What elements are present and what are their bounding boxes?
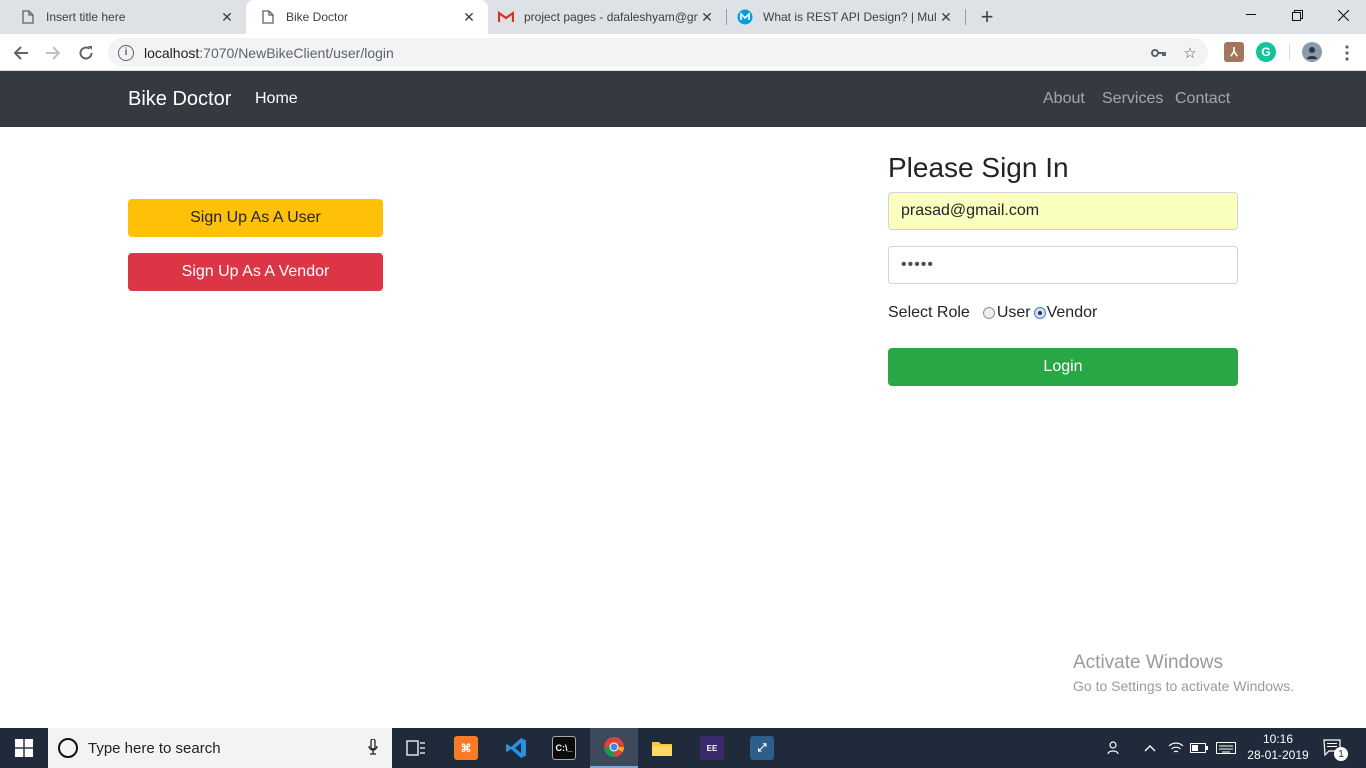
browser-toolbar: i localhost:7070/NewBikeClient/user/logi… (0, 34, 1366, 71)
role-vendor-radio[interactable] (1033, 307, 1046, 319)
battery-icon[interactable] (1188, 728, 1210, 768)
page-icon (260, 9, 276, 25)
keyboard-icon[interactable] (1214, 728, 1238, 768)
close-icon[interactable]: ✕ (218, 8, 236, 26)
minimize-icon[interactable] (1228, 0, 1274, 30)
nav-home[interactable]: Home (255, 90, 298, 108)
tab-bike-doctor[interactable]: Bike Doctor ✕ (246, 0, 488, 34)
grammarly-icon[interactable]: G (1256, 42, 1276, 62)
role-user-radio[interactable] (982, 307, 995, 319)
notification-icon[interactable]: 1 (1318, 728, 1348, 768)
taskbar: Type here to search ⌘ C:\_ EE ⤢ 10:16 28… (0, 728, 1366, 768)
tab-insert-title[interactable]: Insert title here ✕ (0, 0, 246, 34)
browser-tabstrip: Insert title here ✕ Bike Doctor ✕ projec… (0, 0, 1366, 34)
file-explorer-icon[interactable] (638, 728, 686, 768)
email-field[interactable]: prasad@gmail.com (888, 192, 1238, 230)
close-icon[interactable]: ✕ (460, 8, 478, 26)
system-clock[interactable]: 10:16 28-01-2019 (1246, 731, 1310, 763)
role-label: Select Role (888, 304, 970, 321)
signin-title: Please Sign In (888, 152, 1069, 183)
notification-count-badge: 1 (1334, 747, 1348, 761)
nav-about[interactable]: About (1043, 90, 1085, 108)
address-bar[interactable]: i localhost:7070/NewBikeClient/user/logi… (108, 38, 1208, 67)
close-icon[interactable]: ✕ (937, 8, 955, 26)
signup-vendor-button[interactable]: Sign Up As A Vendor (128, 253, 383, 291)
watermark-title: Activate Windows (1073, 652, 1223, 673)
tab-label: What is REST API Design? | Mule (763, 10, 937, 24)
page-icon (20, 9, 36, 25)
clock-time: 10:16 (1262, 732, 1294, 746)
url-path: :7070/NewBikeClient/user/login (199, 44, 394, 61)
microphone-icon[interactable] (368, 738, 378, 759)
url-host: localhost (144, 44, 200, 61)
close-icon[interactable]: ✕ (698, 8, 716, 26)
restore-icon[interactable] (1274, 0, 1320, 30)
back-icon[interactable] (8, 40, 34, 66)
tab-mulesoft[interactable]: What is REST API Design? | Mule ✕ (727, 0, 965, 34)
chevron-up-icon[interactable] (1140, 728, 1160, 768)
tab-label: Bike Doctor (286, 10, 349, 24)
avatar[interactable] (1302, 42, 1322, 62)
wifi-icon[interactable] (1166, 728, 1186, 768)
tab-label: Insert title here (46, 10, 126, 24)
eclipse-ee-icon[interactable]: EE (688, 728, 736, 768)
role-selector: Select Role User Vendor (888, 302, 1097, 324)
taskbar-search-input[interactable]: Type here to search (48, 728, 392, 768)
mysql-workbench-icon[interactable]: ⤢ (738, 728, 786, 768)
login-button[interactable]: Login (888, 348, 1238, 386)
tab-gmail[interactable]: project pages - dafaleshyam@gm ✕ (488, 0, 726, 34)
tab-separator (965, 9, 966, 25)
role-vendor-label: Vendor (1046, 304, 1098, 321)
role-user-label: User (996, 304, 1031, 321)
xampp-icon[interactable]: ⌘ (442, 728, 490, 768)
nav-contact[interactable]: Contact (1175, 90, 1230, 108)
password-field[interactable]: ••••• (888, 246, 1238, 284)
site-navbar: Bike Doctor Home About Services Contact (0, 71, 1366, 127)
tab-label: project pages - dafaleshyam@gm (524, 10, 698, 24)
mulesoft-icon (737, 9, 753, 25)
windows-start-icon[interactable] (0, 728, 48, 768)
activate-windows-watermark: Activate Windows Go to Settings to activ… (1073, 652, 1294, 694)
nav-services[interactable]: Services (1102, 90, 1163, 108)
reload-icon[interactable] (73, 40, 99, 66)
brand-link[interactable]: Bike Doctor (128, 88, 231, 111)
vscode-icon[interactable] (492, 728, 540, 768)
command-prompt-icon[interactable]: C:\_ (540, 728, 588, 768)
watermark-subtitle: Go to Settings to activate Windows. (1073, 678, 1294, 694)
people-icon[interactable] (1104, 728, 1126, 768)
search-placeholder: Type here to search (88, 739, 221, 757)
task-view-icon[interactable] (392, 728, 440, 768)
key-icon[interactable] (1148, 38, 1170, 67)
toolbar-divider (1289, 43, 1290, 61)
chrome-icon[interactable] (590, 728, 638, 768)
star-icon[interactable]: ☆ (1179, 38, 1201, 67)
forward-icon[interactable] (40, 40, 66, 66)
clock-date: 28-01-2019 (1247, 748, 1309, 762)
new-tab-button[interactable]: + (976, 4, 998, 29)
cortana-icon (58, 738, 78, 758)
info-icon[interactable]: i (118, 44, 134, 61)
gmail-icon (498, 9, 514, 25)
signup-user-button[interactable]: Sign Up As A User (128, 199, 383, 237)
pdf-extension-icon[interactable]: ⅄ (1224, 42, 1244, 62)
menu-icon[interactable] (1334, 40, 1360, 66)
window-close-icon[interactable] (1320, 0, 1366, 30)
